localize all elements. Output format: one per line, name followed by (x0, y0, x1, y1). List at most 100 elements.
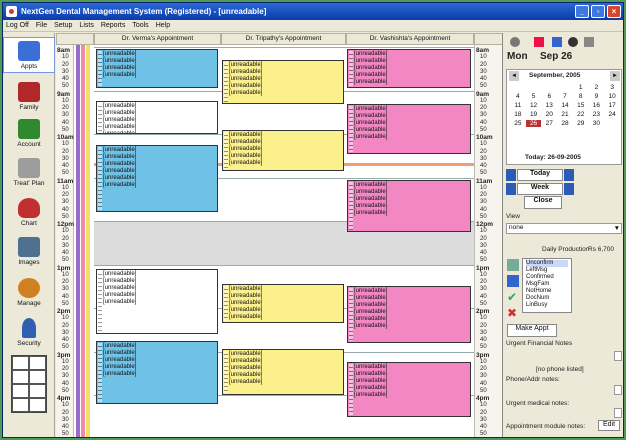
calendar-day[interactable]: 9 (589, 93, 605, 100)
view-select[interactable]: none ▼ (506, 223, 622, 234)
confirmation-status-list[interactable]: Unconfirm LeftMsg Confirmed MsgFam NotHome Do… (522, 258, 572, 313)
calendar-day[interactable]: 13 (541, 102, 557, 109)
status-list-item[interactable]: LinBusy (526, 302, 568, 309)
appointment-block[interactable]: [unreadable] [unreadable] [unreadable] [unr… (96, 268, 218, 335)
calendar-day[interactable]: 19 (526, 111, 542, 118)
sidebar-item-treatment-plan[interactable]: Treat' Plan (3, 155, 55, 191)
calendar-days[interactable]: 1 2 3 4 5 6 7 8 9 10 11 12 13 14 15 16 17 18 19 20 21 22 23 24 2… (510, 84, 620, 127)
appointment-block[interactable]: [unreadable] [unreadable] [unreadable] [unr… (222, 284, 344, 324)
status-list-item[interactable]: LeftMsg (526, 267, 568, 274)
calendar-day[interactable]: 16 (589, 102, 605, 109)
prev-month-button[interactable]: ◄ (509, 71, 519, 81)
calendar-day[interactable]: 8 (573, 93, 589, 100)
calendar-day[interactable]: 25 (510, 120, 526, 127)
calendar-day[interactable]: 10 (604, 93, 620, 100)
urgent-financial-field[interactable] (614, 351, 622, 361)
calendar-day[interactable]: 14 (557, 102, 573, 109)
status-list-item[interactable]: Confirmed (526, 274, 568, 281)
calendar-day[interactable]: 6 (541, 93, 557, 100)
tooth-icon[interactable] (510, 37, 520, 47)
menu-reports[interactable]: Reports (101, 22, 126, 29)
appointment-block[interactable]: [unreadable] [unreadable] [unreadable] [unr… (347, 49, 471, 89)
calendar-day[interactable]: 28 (557, 120, 573, 127)
close-button[interactable]: Close (524, 196, 562, 209)
appointment-block[interactable]: [unreadable] [unreadable] [unreadable] [unr… (222, 349, 344, 395)
sidebar-item-account[interactable]: Account (3, 116, 55, 152)
sidebar-item-family[interactable]: Family (3, 79, 55, 115)
print-icon[interactable] (584, 37, 594, 47)
sidebar-item-manage[interactable]: Manage (3, 275, 55, 311)
appointment-block[interactable]: [unreadable] [unreadable] [unreadable] [unr… (222, 129, 344, 171)
sidebar-item-security[interactable]: Security (3, 315, 55, 351)
gear-icon[interactable] (568, 37, 578, 47)
appointment-block[interactable]: [unreadable] [unreadable] [unreadable] [unr… (347, 179, 471, 232)
appointment-block[interactable]: [unreadable] [unreadable] [unreadable] [unr… (347, 362, 471, 417)
next-month-button[interactable]: ► (610, 71, 620, 81)
calendar-day[interactable]: 21 (557, 111, 573, 118)
status-list-item[interactable]: Unconfirm (526, 260, 568, 267)
next-day-arrow[interactable] (564, 169, 574, 181)
calendar-day[interactable]: 29 (573, 120, 589, 127)
chair-icon[interactable] (552, 37, 562, 47)
calendar-day[interactable]: 7 (557, 93, 573, 100)
appointment-block[interactable]: [unreadable] [unreadable] [unreadable] [unr… (96, 101, 218, 134)
day-label: Mon (507, 51, 528, 62)
appointment-block[interactable]: [unreadable] [unreadable] [unreadable] [unr… (96, 340, 218, 404)
maximize-button[interactable]: ▫ (591, 5, 605, 18)
checkmark-icon[interactable]: ✔ (507, 291, 519, 303)
calendar-day[interactable]: 3 (604, 84, 620, 91)
calendar-day[interactable]: 23 (589, 111, 605, 118)
phone-notes-field[interactable] (614, 385, 622, 395)
sidebar-item-images[interactable]: Images (3, 234, 55, 270)
menu-setup[interactable]: Setup (54, 22, 72, 29)
calendar-day[interactable]: 12 (526, 102, 542, 109)
status-list-item[interactable]: MsgFam (526, 281, 568, 288)
sidebar-item-appts[interactable]: Appts (3, 37, 55, 73)
calendar-day[interactable]: 4 (510, 93, 526, 100)
prev-day-arrow[interactable] (506, 169, 516, 181)
calendar-day[interactable]: 5 (526, 93, 542, 100)
status-list-item[interactable]: NotHome (526, 288, 568, 295)
menu-tools[interactable]: Tools (132, 22, 148, 29)
calendar-day[interactable]: 2 (589, 84, 605, 91)
menu-logoff[interactable]: Log Off (6, 22, 29, 29)
close-window-button[interactable]: × (607, 5, 621, 18)
make-appt-button[interactable]: Make Appt (507, 324, 557, 337)
calendar-day[interactable]: 27 (541, 120, 557, 127)
calendar-day[interactable]: 18 (510, 111, 526, 118)
status-list-item[interactable]: DocNum (526, 295, 568, 302)
delete-icon[interactable]: ✖ (507, 307, 519, 319)
status-icon[interactable] (507, 259, 519, 271)
clipboard-icon[interactable] (534, 37, 544, 47)
operatory-grid[interactable] (11, 355, 47, 413)
calendar-day[interactable]: 11 (510, 102, 526, 109)
calendar-day[interactable]: 24 (604, 111, 620, 118)
appointment-block[interactable]: [unreadable] [unreadable] [unreadable] [unr… (347, 103, 471, 154)
calendar-day[interactable]: 1 (573, 84, 589, 91)
appointment-block[interactable]: [unreadable] [unreadable] [unreadable] [unr… (347, 286, 471, 343)
prev-week-arrow[interactable] (506, 183, 516, 195)
calendar-day[interactable]: 20 (541, 111, 557, 118)
today-button[interactable]: Today (517, 169, 563, 181)
week-button[interactable]: Week (517, 183, 563, 195)
calendar-day[interactable]: 15 (573, 102, 589, 109)
next-week-arrow[interactable] (564, 183, 574, 195)
month-calendar[interactable]: ◄ September, 2005 ► 1 2 3 4 5 6 7 8 9 10 11 12 13 14 1… (506, 69, 622, 165)
minimize-button[interactable]: _ (575, 5, 589, 18)
edit-button[interactable]: Edit (598, 420, 620, 431)
urgent-medical-field[interactable] (614, 408, 622, 418)
menu-lists[interactable]: Lists (79, 22, 93, 29)
calendar-day[interactable]: 17 (604, 102, 620, 109)
pin-icon[interactable] (507, 275, 519, 287)
appointment-schedule[interactable]: Dr. Verma's Appointment Dr. Tripathy's A… (56, 33, 503, 437)
appointment-block[interactable]: [unreadable] [unreadable] [unreadable] [unr… (222, 60, 344, 104)
calendar-day[interactable]: 22 (573, 111, 589, 118)
menu-help[interactable]: Help (156, 22, 170, 29)
appointment-block[interactable]: [unreadable] [unreadable] [unreadable] [unr… (96, 144, 218, 213)
sidebar-item-chart[interactable]: Chart (3, 195, 55, 231)
calendar-day[interactable]: 26 (525, 120, 542, 127)
appointment-procedure: [unreadable] (229, 300, 263, 307)
menu-file[interactable]: File (36, 22, 47, 29)
calendar-day[interactable]: 30 (589, 120, 605, 127)
appointment-block[interactable]: [unreadable] [unreadable] [unreadable] [unr… (96, 49, 218, 89)
